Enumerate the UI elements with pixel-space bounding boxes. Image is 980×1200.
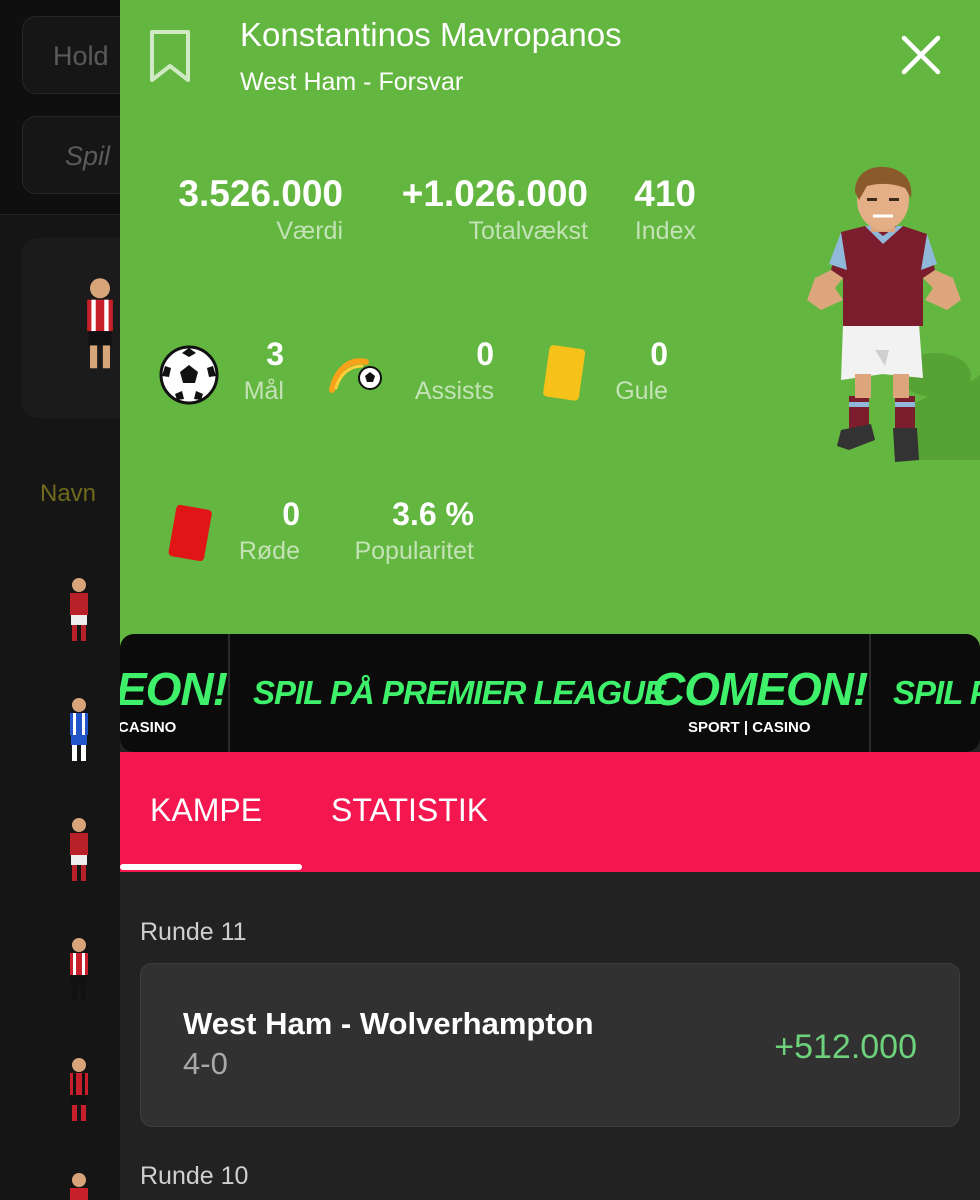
stat-label: Totalvækst — [468, 217, 588, 245]
red-card-icon — [168, 504, 212, 562]
spil-button[interactable]: Spil — [22, 116, 120, 194]
stat-label: Værdi — [276, 217, 343, 245]
stat-value: 0 — [650, 336, 668, 372]
background-player-card[interactable] — [22, 238, 120, 418]
banner-slogan: SPIL PÅ PREMIER LEAGUE — [253, 674, 666, 711]
player-team-position: West Ham - Forsvar — [240, 68, 464, 96]
stat-vaerdi: 3.526.000 Værdi — [158, 174, 343, 248]
banner-brand-sub: SPORT | CASINO — [688, 719, 811, 736]
match-score: 4-0 — [183, 1046, 228, 1081]
banner-divider — [228, 634, 230, 752]
player-header: Konstantinos Mavropanos West Ham - Forsv… — [120, 0, 980, 700]
background-app: Hold Spil Navn — [0, 0, 120, 1200]
football-icon — [159, 345, 219, 405]
stat-assists: 0 Assists — [392, 334, 494, 408]
banner-brand: COMEON! — [652, 663, 868, 715]
player-avatar-icon — [70, 1173, 88, 1200]
stat-value: 3.526.000 — [178, 173, 343, 214]
stat-totalvaekst: +1.026.000 Totalvækst — [375, 174, 588, 248]
assist-icon — [329, 358, 382, 393]
player-illustration — [807, 166, 980, 462]
stat-value: 0 — [476, 336, 494, 372]
player-avatar-icon — [70, 698, 88, 761]
stat-label: Gule — [615, 377, 668, 405]
player-avatar-icon — [70, 818, 88, 881]
tab-bar: KAMPE STATISTIK — [120, 752, 980, 872]
stat-value: 0 — [282, 496, 300, 532]
banner-brand-fragment-sub: CASINO — [120, 719, 177, 736]
banner-divider — [869, 634, 871, 752]
stat-roede: 0 Røde — [230, 494, 300, 568]
player-avatar-icon — [70, 578, 88, 641]
stat-value: 3 — [266, 336, 284, 372]
stat-label: Index — [634, 217, 696, 245]
match-value-change: +512.000 — [774, 1028, 917, 1066]
match-teams: West Ham - Wolverhampton — [183, 1006, 594, 1041]
player-name: Konstantinos Mavropanos — [240, 16, 622, 53]
active-tab-indicator — [120, 864, 302, 870]
player-avatar-icon — [70, 1058, 88, 1121]
banner-brand-fragment: EON! — [120, 663, 228, 715]
hold-button[interactable]: Hold — [22, 16, 120, 94]
close-icon[interactable] — [900, 34, 942, 76]
navn-column-header[interactable]: Navn — [40, 480, 96, 508]
banner-slogan-fragment: SPIL P — [893, 674, 980, 711]
player-detail-modal: Konstantinos Mavropanos West Ham - Forsv… — [120, 0, 980, 1200]
round-title: Runde 10 — [140, 1162, 249, 1190]
sponsor-banner[interactable]: EON! CASINO SPIL PÅ PREMIER LEAGUE COMEO… — [120, 634, 980, 752]
stat-label: Mål — [243, 377, 284, 405]
stat-index: 410 Index — [620, 174, 696, 248]
stat-maal: 3 Mål — [230, 334, 284, 408]
stat-value: +1.026.000 — [401, 173, 588, 214]
stat-gule: 0 Gule — [600, 334, 668, 408]
player-avatar-icon — [70, 938, 88, 1001]
stat-label: Assists — [414, 377, 494, 405]
tab-kampe[interactable]: KAMPE — [150, 792, 262, 829]
match-card[interactable]: West Ham - Wolverhampton 4-0 +512.000 — [140, 963, 960, 1127]
round-title: Runde 11 — [140, 918, 247, 946]
bookmark-icon[interactable] — [148, 28, 192, 84]
yellow-card-icon — [543, 345, 586, 401]
tab-statistik[interactable]: STATISTIK — [331, 792, 488, 829]
stat-label: Røde — [238, 537, 300, 565]
stat-popularitet: 3.6 % Popularitet — [340, 494, 474, 568]
stat-value: 3.6 % — [392, 496, 474, 532]
stat-value: 410 — [634, 173, 696, 214]
player-avatar-icon — [87, 278, 113, 369]
stat-label: Popularitet — [354, 537, 474, 565]
